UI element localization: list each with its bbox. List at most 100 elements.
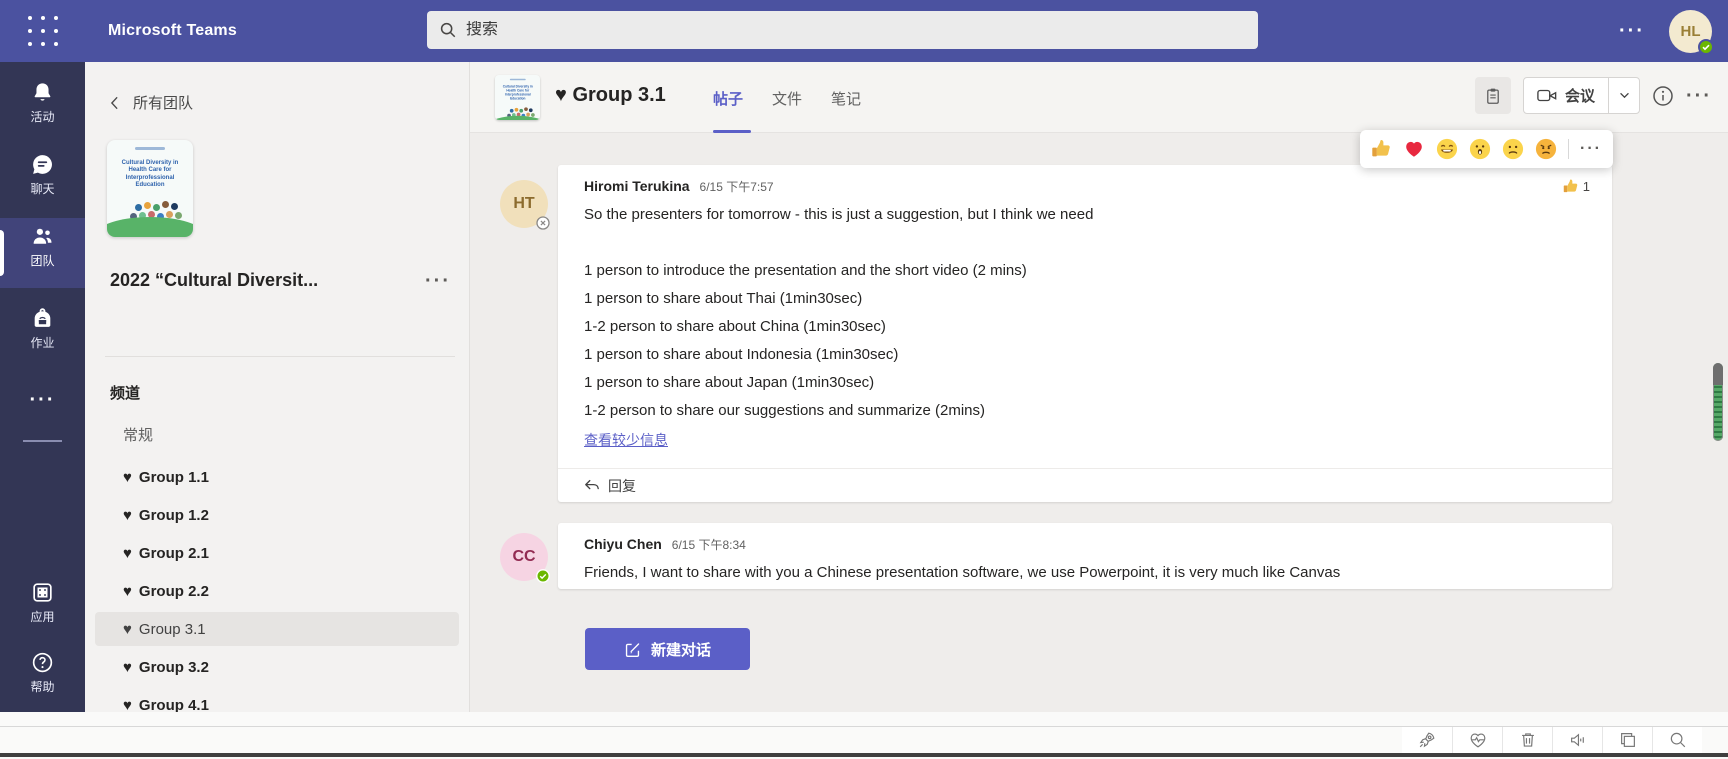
zoom-search-button[interactable] bbox=[1652, 727, 1702, 753]
clipboard-button[interactable] bbox=[1475, 77, 1511, 114]
chat-icon bbox=[30, 152, 55, 177]
message-meta: Hiromi Terukina 6/15 下午7:57 bbox=[584, 178, 1586, 195]
rocket-button[interactable] bbox=[1402, 727, 1452, 753]
app-rail: 活动 聊天 团队 作业 ··· 应用 帮助 bbox=[0, 62, 85, 712]
team-image-grass bbox=[107, 217, 193, 237]
channel-name: Group 1.2 bbox=[139, 507, 209, 524]
windows-button[interactable] bbox=[1602, 727, 1652, 753]
tab-posts[interactable]: 帖子 bbox=[713, 88, 743, 109]
channel-item[interactable]: ♥Group 3.2 bbox=[85, 648, 469, 686]
scrollbar-thumb[interactable] bbox=[1713, 363, 1723, 441]
status-available-icon bbox=[536, 569, 550, 583]
tab-notes[interactable]: 笔记 bbox=[831, 88, 861, 109]
reaction-sad-icon[interactable] bbox=[1502, 138, 1524, 160]
avatar[interactable]: HL bbox=[1669, 10, 1712, 53]
search-input[interactable] bbox=[466, 21, 1246, 39]
search-box[interactable] bbox=[427, 11, 1258, 49]
channel-title: ♥ Group 3.1 bbox=[555, 84, 666, 107]
message-body: So the presenters for tomorrow - this is… bbox=[584, 201, 1586, 425]
team-image-topline bbox=[135, 147, 164, 150]
tab-files[interactable]: 文件 bbox=[772, 88, 802, 109]
message-timestamp: 6/15 下午8:34 bbox=[672, 536, 746, 553]
status-offline-icon bbox=[536, 216, 550, 230]
message-line: 1 person to introduce the presentation a… bbox=[584, 257, 1586, 285]
channel-item-general[interactable]: 常规 bbox=[123, 424, 153, 445]
rail-item-activity[interactable]: 活动 bbox=[0, 74, 85, 131]
rail-item-chat[interactable]: 聊天 bbox=[0, 146, 85, 203]
sidebar-divider bbox=[105, 356, 455, 357]
channel-item[interactable]: ♥Group 2.2 bbox=[85, 572, 469, 610]
channel-name: Group 3.2 bbox=[139, 659, 209, 676]
rail-item-apps[interactable]: 应用 bbox=[0, 574, 85, 631]
reply-button[interactable]: 回复 bbox=[558, 468, 1612, 502]
back-to-all-teams[interactable]: 所有团队 bbox=[110, 92, 193, 113]
reaction-surprised-icon[interactable] bbox=[1469, 138, 1491, 160]
bottom-toolbar bbox=[0, 712, 1728, 759]
like-count-badge[interactable]: 1 bbox=[1562, 178, 1590, 195]
message-author: Chiyu Chen bbox=[584, 536, 662, 552]
message-line: 1 person to share about Thai (1min30sec) bbox=[584, 285, 1586, 313]
avatar[interactable]: CC bbox=[500, 533, 548, 581]
chevron-down-icon bbox=[1619, 92, 1630, 99]
rail-item-label: 团队 bbox=[30, 252, 54, 269]
heart-icon: ♥ bbox=[123, 507, 132, 524]
message-card: Hiromi Terukina 6/15 下午7:57 So the prese… bbox=[558, 165, 1612, 502]
trash-button[interactable] bbox=[1502, 727, 1552, 753]
video-camera-icon bbox=[1537, 88, 1557, 103]
see-less-link[interactable]: 查看较少信息 bbox=[584, 430, 668, 450]
team-image[interactable]: Cultural Diversity in Health Care for In… bbox=[107, 140, 193, 237]
rail-item-teams[interactable]: 团队 bbox=[0, 218, 85, 288]
thumbnail-caption: Cultural Diversity in Health Care for In… bbox=[495, 85, 540, 101]
reaction-heart-icon[interactable] bbox=[1403, 138, 1425, 160]
heart-icon: ♥ bbox=[123, 621, 132, 638]
heart-icon: ♥ bbox=[123, 583, 132, 600]
reaction-laugh-icon[interactable] bbox=[1436, 138, 1458, 160]
volume-button[interactable] bbox=[1552, 727, 1602, 753]
info-icon bbox=[1652, 85, 1674, 107]
reaction-angry-icon[interactable] bbox=[1535, 138, 1557, 160]
bottom-edge-bar bbox=[0, 753, 1728, 757]
channel-main: Cultural Diversity in Health Care for In… bbox=[470, 62, 1728, 712]
channel-sidebar: 所有团队 Cultural Diversity in Health Care f… bbox=[85, 62, 470, 712]
meeting-label: 会议 bbox=[1565, 85, 1595, 106]
app-launcher-icon[interactable] bbox=[26, 14, 60, 48]
channel-item[interactable]: ♥Group 1.1 bbox=[85, 458, 469, 496]
header-more-icon[interactable]: ··· bbox=[1686, 86, 1712, 106]
channel-header: Cultural Diversity in Health Care for In… bbox=[470, 62, 1728, 133]
channel-item[interactable]: ♥Group 2.1 bbox=[85, 534, 469, 572]
channel-item-selected[interactable]: ♥Group 3.1 bbox=[85, 610, 469, 648]
team-more-icon[interactable]: ··· bbox=[425, 271, 451, 291]
channel-title-name: Group 3.1 bbox=[572, 84, 665, 106]
heart-icon: ♥ bbox=[123, 469, 132, 486]
reply-arrow-icon bbox=[584, 479, 600, 492]
header-controls: 会议 ··· bbox=[1475, 77, 1712, 114]
trash-icon bbox=[1518, 730, 1538, 750]
channel-team-thumbnail[interactable]: Cultural Diversity in Health Care for In… bbox=[495, 75, 540, 120]
meeting-dropdown[interactable] bbox=[1609, 78, 1639, 113]
channel-item[interactable]: ♥ Group 1.2 bbox=[85, 496, 469, 534]
volume-icon bbox=[1568, 730, 1588, 750]
avatar[interactable]: HT bbox=[500, 180, 548, 228]
rail-divider bbox=[23, 440, 62, 442]
message-line: So the presenters for tomorrow - this is… bbox=[584, 201, 1586, 229]
reaction-like-icon[interactable] bbox=[1370, 138, 1392, 160]
top-bar: Microsoft Teams ··· HL bbox=[0, 0, 1728, 62]
rail-more-icon[interactable]: ··· bbox=[0, 390, 85, 410]
back-label: 所有团队 bbox=[133, 92, 193, 113]
heart-icon: ♥ bbox=[123, 697, 132, 714]
message-line: Friends, I want to share with you a Chin… bbox=[584, 559, 1586, 587]
topbar-more-icon[interactable]: ··· bbox=[1619, 21, 1645, 41]
message-author: Hiromi Terukina bbox=[584, 178, 690, 194]
message-line: 1 person to share about Indonesia (1min3… bbox=[584, 341, 1586, 369]
toolbar-icons bbox=[1402, 727, 1702, 753]
rail-item-assignments[interactable]: 作业 bbox=[0, 300, 85, 357]
team-image-caption: Cultural Diversity in Health Care for In… bbox=[107, 160, 193, 190]
new-conversation-button[interactable]: 新建对话 bbox=[585, 628, 750, 670]
teams-app: Microsoft Teams ··· HL 活动 聊天 bbox=[0, 0, 1728, 759]
teams-icon bbox=[30, 224, 55, 249]
info-button[interactable] bbox=[1652, 85, 1674, 107]
reaction-more-icon[interactable]: ··· bbox=[1580, 141, 1602, 157]
meeting-button[interactable]: 会议 bbox=[1523, 77, 1640, 114]
rail-item-help[interactable]: 帮助 bbox=[0, 644, 85, 701]
health-button[interactable] bbox=[1452, 727, 1502, 753]
